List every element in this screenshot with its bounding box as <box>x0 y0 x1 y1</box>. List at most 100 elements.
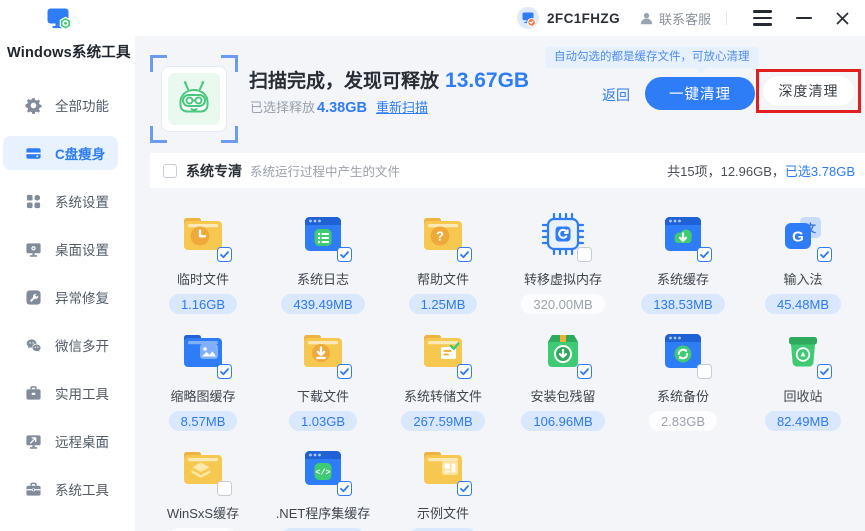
scan-subtitle: 已选择释放4.38GB重新扫描 <box>250 97 428 116</box>
sidebar-item-label: 微信多开 <box>55 335 109 355</box>
item-checkbox[interactable] <box>337 364 352 379</box>
sidebar-item-微信多开[interactable]: 微信多开 <box>3 328 118 362</box>
sidebar-item-远程桌面[interactable]: 远程桌面 <box>3 424 118 458</box>
clean-item[interactable]: 系统日志 439.49MB <box>263 202 383 319</box>
sidebar-item-系统设置[interactable]: 系统设置 <box>3 184 118 218</box>
item-checkbox[interactable] <box>817 364 832 379</box>
item-checkbox[interactable] <box>337 247 352 262</box>
item-checkbox[interactable] <box>577 364 592 379</box>
desktop-icon <box>25 241 42 258</box>
item-checkbox[interactable] <box>217 481 232 496</box>
clean-item[interactable]: 缩略图缓存8.57MB <box>143 319 263 436</box>
sidebar-item-label: C盘瘦身 <box>55 143 105 163</box>
clean-item[interactable]: 回收站82.49MB <box>743 319 863 436</box>
item-checkbox[interactable] <box>457 481 472 496</box>
clean-item[interactable]: 下载文件 1.03GB <box>263 319 383 436</box>
clean-item-size-badge: 1.25MB <box>409 294 478 314</box>
close-button[interactable] <box>835 11 850 26</box>
titlebar-divider <box>726 11 727 25</box>
sidebar-item-C盘瘦身[interactable]: C盘瘦身 <box>3 136 118 170</box>
clean-item[interactable]: 临时文件 1.16GB <box>143 202 263 319</box>
sidebar-item-label: 桌面设置 <box>55 239 109 259</box>
scan-result-prefix: 扫描完成，发现可释放 <box>249 71 439 92</box>
clean-item-name: 转移虚拟内存 <box>524 269 602 288</box>
clean-item-size-badge: 8.57MB <box>169 411 238 431</box>
group-checkbox[interactable] <box>163 164 177 178</box>
clean-item[interactable]: 文G输入法45.48MB <box>743 202 863 319</box>
menu-button[interactable] <box>753 10 772 25</box>
clean-item-size-badge: 1.03GB <box>289 411 357 431</box>
clean-item-size-badge: 2.83GB <box>649 411 717 431</box>
item-checkbox[interactable] <box>457 247 472 262</box>
item-checkbox[interactable] <box>577 247 592 262</box>
clean-item-name: 下载文件 <box>297 386 349 405</box>
clean-item[interactable]: </>.NET程序集缓存531.94MB <box>263 436 383 531</box>
sidebar-item-label: 全部功能 <box>55 95 109 115</box>
app-title: Windows系统工具 <box>7 41 135 62</box>
svg-text:?: ? <box>436 229 444 244</box>
clean-item-size-badge: 1.16GB <box>169 294 237 314</box>
minimize-button[interactable] <box>796 17 812 19</box>
group-stats-selected: 已选3.78GB <box>785 161 855 180</box>
remote-desktop-icon <box>25 433 42 450</box>
rescan-link[interactable]: 重新扫描 <box>376 100 428 115</box>
back-button[interactable]: 返回 <box>602 85 630 105</box>
clean-item[interactable]: 系统缓存138.53MB <box>623 202 743 319</box>
item-checkbox[interactable] <box>337 481 352 496</box>
toolbox-icon <box>25 385 42 402</box>
sidebar-nav: 全部功能 C盘瘦身系统设置桌面设置异常修复微信多开实用工具远程桌面系统工具 <box>0 88 135 506</box>
clean-item[interactable]: ? 帮助文件 1.25MB <box>383 202 503 319</box>
clean-item-name: 临时文件 <box>177 269 229 288</box>
gear-icon <box>25 97 42 114</box>
sidebar-item-实用工具[interactable]: 实用工具 <box>3 376 118 410</box>
sidebar-item-label: 系统设置 <box>55 191 109 211</box>
clean-item-name: 示例文件 <box>417 503 469 522</box>
item-checkbox[interactable] <box>457 364 472 379</box>
clean-item-name: 输入法 <box>783 269 822 288</box>
sidebar-item-桌面设置[interactable]: 桌面设置 <box>3 232 118 266</box>
deep-clean-annotation-box: 深度清理 <box>756 69 861 113</box>
scan-result-title: 扫描完成，发现可释放13.67GB <box>249 66 529 93</box>
contact-support-button[interactable]: 联系客服 <box>639 9 711 28</box>
sidebar-item-label: 远程桌面 <box>55 431 109 451</box>
clean-items-grid: 临时文件 1.16GB 系统日志 439.49MB? 帮助文件 1.25MB 转移虚拟内存 3… <box>143 202 863 531</box>
one-click-clean-button[interactable]: 一键清理 <box>645 77 755 110</box>
clean-item-name: 安装包残留 <box>530 386 595 405</box>
deep-clean-button[interactable]: 深度清理 <box>762 75 855 107</box>
sidebar-item-异常修复[interactable]: 异常修复 <box>3 280 118 314</box>
sidebar-item-label: 异常修复 <box>55 287 109 307</box>
clean-item-name: WinSxS缓存 <box>167 503 239 522</box>
device-avatar-icon <box>517 7 539 29</box>
clean-item-size-badge: 138.53MB <box>641 294 724 314</box>
clean-item[interactable]: 系统转储文件267.59MB <box>383 319 503 436</box>
clean-item-name: 帮助文件 <box>417 269 469 288</box>
selected-release-size: 4.38GB <box>317 100 367 116</box>
clean-item[interactable]: 转移虚拟内存 320.00MB <box>503 202 623 319</box>
clean-item[interactable]: 安装包残留106.96MB <box>503 319 623 436</box>
item-checkbox[interactable] <box>697 247 712 262</box>
clean-item-name: 系统日志 <box>297 269 349 288</box>
clean-item-size-badge: 320.00MB <box>521 294 604 314</box>
person-icon <box>639 11 654 26</box>
item-checkbox[interactable] <box>817 247 832 262</box>
item-checkbox[interactable] <box>697 364 712 379</box>
item-checkbox[interactable] <box>217 247 232 262</box>
clean-item[interactable]: WinSxS缓存6.04GB <box>143 436 263 531</box>
group-description: 系统运行过程中产生的文件 <box>250 161 400 180</box>
clean-item[interactable]: 系统备份2.83GB <box>623 319 743 436</box>
device-code: 2FC1FHZG <box>547 11 620 26</box>
item-checkbox[interactable] <box>217 364 232 379</box>
sidebar-item-全部功能[interactable]: 全部功能 <box>3 88 118 122</box>
group-title: 系统专清 <box>186 161 242 181</box>
sidebar-item-label: 系统工具 <box>55 479 109 499</box>
auto-select-tooltip-text: 自动勾选的都是缓存文件，可放心清理 <box>554 51 750 63</box>
clean-item[interactable]: 示例文件4.99MB <box>383 436 503 531</box>
sidebar: Windows系统工具 全部功能 C盘瘦身系统设置桌面设置异常修复微信多开实用工具… <box>0 0 135 531</box>
briefcase-icon <box>25 481 42 498</box>
clean-item-size-badge: 267.59MB <box>401 411 484 431</box>
group-header: 系统专清 系统运行过程中产生的文件 共15项，12.96GB， 已选3.78GB <box>150 153 865 188</box>
repair-icon <box>25 289 42 306</box>
sidebar-item-系统工具[interactable]: 系统工具 <box>3 472 118 506</box>
clean-item-size-badge: 439.49MB <box>281 294 364 314</box>
grid-icon <box>25 193 42 210</box>
